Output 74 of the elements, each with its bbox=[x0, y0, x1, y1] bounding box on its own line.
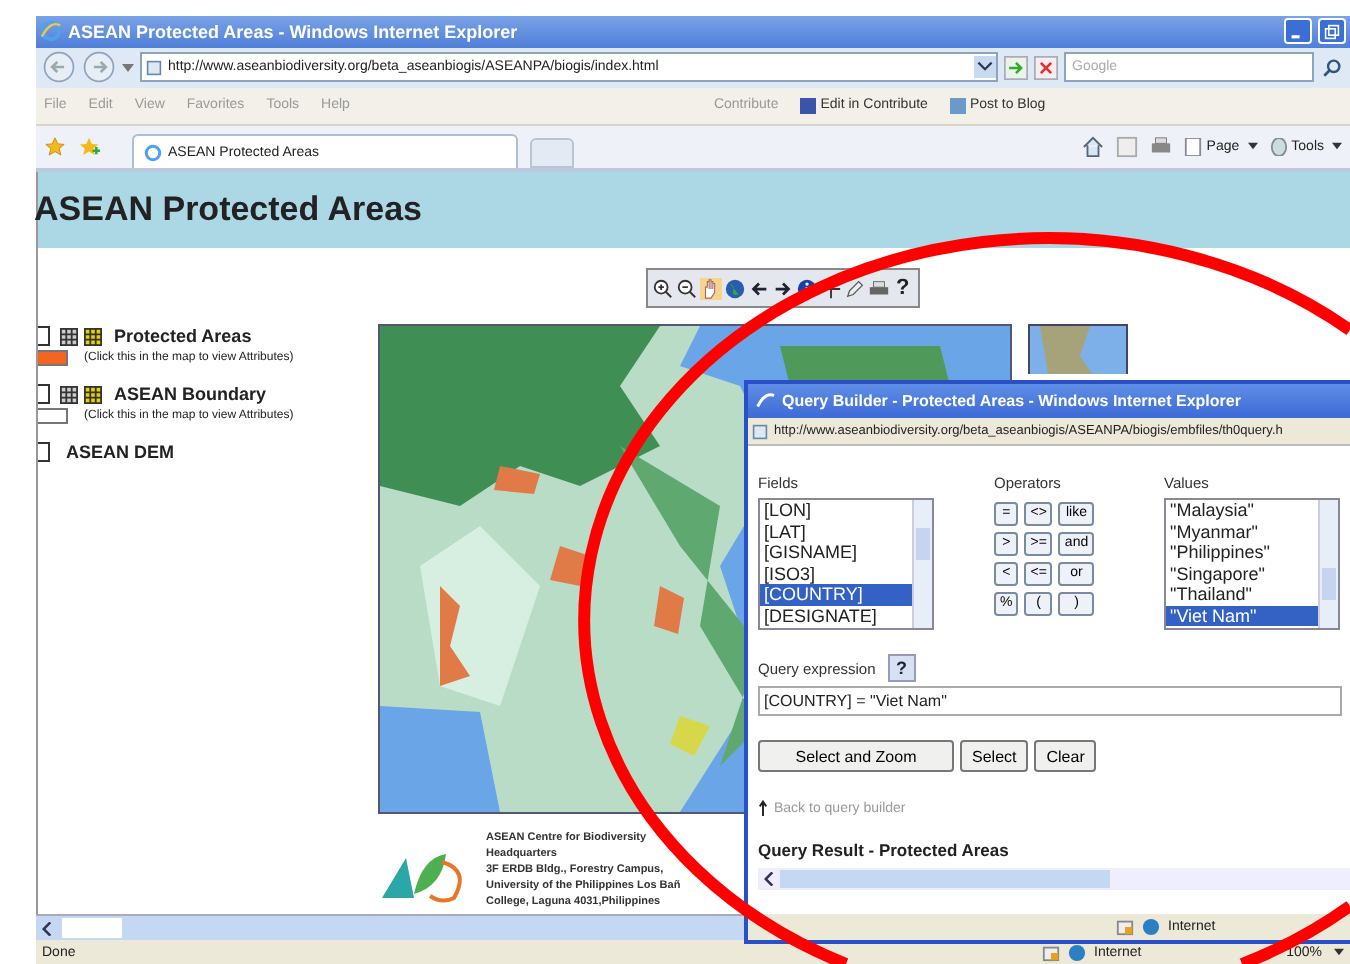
page-title: ASEAN Protected Areas bbox=[34, 190, 422, 231]
window-title: ASEAN Protected Areas - Windows Internet Explorer bbox=[68, 21, 518, 42]
value-option[interactable]: "Myanmar" bbox=[1166, 521, 1318, 542]
value-option[interactable]: "Singapore" bbox=[1166, 563, 1318, 584]
layer-name: ASEAN Boundary bbox=[114, 384, 267, 405]
toolbar-link-icon bbox=[949, 97, 966, 114]
globe-icon bbox=[1142, 918, 1160, 936]
browser-logo-icon bbox=[754, 390, 776, 412]
home-icon[interactable] bbox=[1082, 135, 1105, 158]
zoom-out-icon[interactable] bbox=[676, 277, 698, 300]
layer-checkbox[interactable] bbox=[38, 384, 50, 405]
value-option[interactable]: "Malaysia" bbox=[1166, 500, 1318, 521]
pencil-icon[interactable] bbox=[844, 277, 866, 300]
overview-map[interactable] bbox=[1028, 324, 1128, 375]
print-icon[interactable] bbox=[1150, 135, 1173, 158]
forward-arrow-icon[interactable] bbox=[772, 277, 794, 300]
scroll-thumb[interactable] bbox=[62, 918, 122, 939]
query-button[interactable]: Select and Zoom bbox=[758, 740, 954, 772]
field-option[interactable]: [LON] bbox=[760, 500, 912, 521]
add-favorite-icon[interactable] bbox=[78, 135, 100, 158]
toolbar-link-icon bbox=[800, 97, 817, 114]
zoom-in-icon[interactable] bbox=[652, 277, 674, 300]
table-icon[interactable] bbox=[60, 327, 78, 346]
query-button[interactable]: Clear bbox=[1034, 740, 1097, 772]
favorites-star-icon[interactable] bbox=[44, 135, 66, 158]
stop-button[interactable] bbox=[1034, 55, 1058, 80]
value-option[interactable]: "Viet Nam" bbox=[1166, 605, 1318, 626]
attribute-table-icon[interactable] bbox=[84, 327, 102, 346]
print-icon[interactable] bbox=[868, 277, 890, 300]
browser-logo-icon bbox=[144, 143, 162, 162]
attribute-table-icon[interactable] bbox=[84, 385, 102, 404]
value-option[interactable]: "Philippines" bbox=[1166, 542, 1318, 563]
fields-list[interactable]: [LON] [LAT] [GISNAME] [ISO3] [COUNTRY] [DESIGNATE] bbox=[758, 498, 934, 630]
field-option[interactable]: [LAT] bbox=[760, 521, 912, 542]
vertical-scrollbar[interactable] bbox=[912, 500, 932, 628]
horizontal-scrollbar[interactable] bbox=[758, 868, 1350, 890]
layer-name: Protected Areas bbox=[114, 326, 252, 347]
field-option[interactable]: [COUNTRY] bbox=[760, 584, 912, 605]
search-icon[interactable] bbox=[1320, 55, 1344, 80]
help-button[interactable]: ? bbox=[892, 276, 914, 301]
layer-checkbox[interactable] bbox=[38, 326, 50, 347]
vertical-scrollbar[interactable] bbox=[1318, 500, 1338, 628]
page-icon bbox=[752, 423, 768, 439]
field-option[interactable]: [GISNAME] bbox=[760, 542, 912, 563]
history-dropdown-icon[interactable] bbox=[122, 63, 134, 72]
caret-icon[interactable] bbox=[1334, 948, 1344, 957]
dialog-title: Query Builder - Protected Areas - Windows Internet Explorer bbox=[782, 392, 1241, 410]
minimize-button[interactable] bbox=[1284, 18, 1312, 45]
query-expression-field[interactable]: [COUNTRY] = "Viet Nam" bbox=[758, 686, 1342, 716]
globe-icon bbox=[1068, 943, 1086, 962]
query-button[interactable]: Select bbox=[960, 740, 1029, 772]
restore-button[interactable] bbox=[1318, 18, 1346, 45]
back-arrow-icon[interactable] bbox=[748, 277, 770, 300]
value-option[interactable]: "Thailand" bbox=[1166, 584, 1318, 605]
dropdown-icon[interactable] bbox=[974, 56, 996, 79]
globe-icon[interactable] bbox=[724, 277, 746, 300]
field-option[interactable]: [ISO3] bbox=[760, 563, 912, 584]
caret-icon bbox=[1247, 142, 1258, 151]
table-icon[interactable] bbox=[60, 385, 78, 404]
help-button[interactable]: ? bbox=[887, 654, 916, 682]
hand-icon[interactable] bbox=[700, 277, 722, 300]
page-icon bbox=[1184, 137, 1203, 156]
up-arrow-icon bbox=[758, 800, 768, 816]
layer-name: ASEAN DEM bbox=[66, 442, 175, 463]
caret-icon bbox=[1332, 142, 1342, 151]
lock-icon bbox=[1116, 918, 1134, 936]
values-list[interactable]: "Malaysia" "Myanmar" "Philippines" "Singapore" "Thailand" "Viet Nam" bbox=[1164, 498, 1340, 630]
browser-logo-icon bbox=[40, 20, 62, 43]
result-heading: Query Result - Protected Areas bbox=[758, 840, 1011, 860]
lock-icon bbox=[1042, 943, 1060, 962]
layer-checkbox[interactable] bbox=[38, 442, 50, 463]
field-option[interactable]: [DESIGNATE] bbox=[760, 605, 912, 626]
restore-icon bbox=[1324, 23, 1340, 40]
page-icon bbox=[146, 59, 162, 76]
